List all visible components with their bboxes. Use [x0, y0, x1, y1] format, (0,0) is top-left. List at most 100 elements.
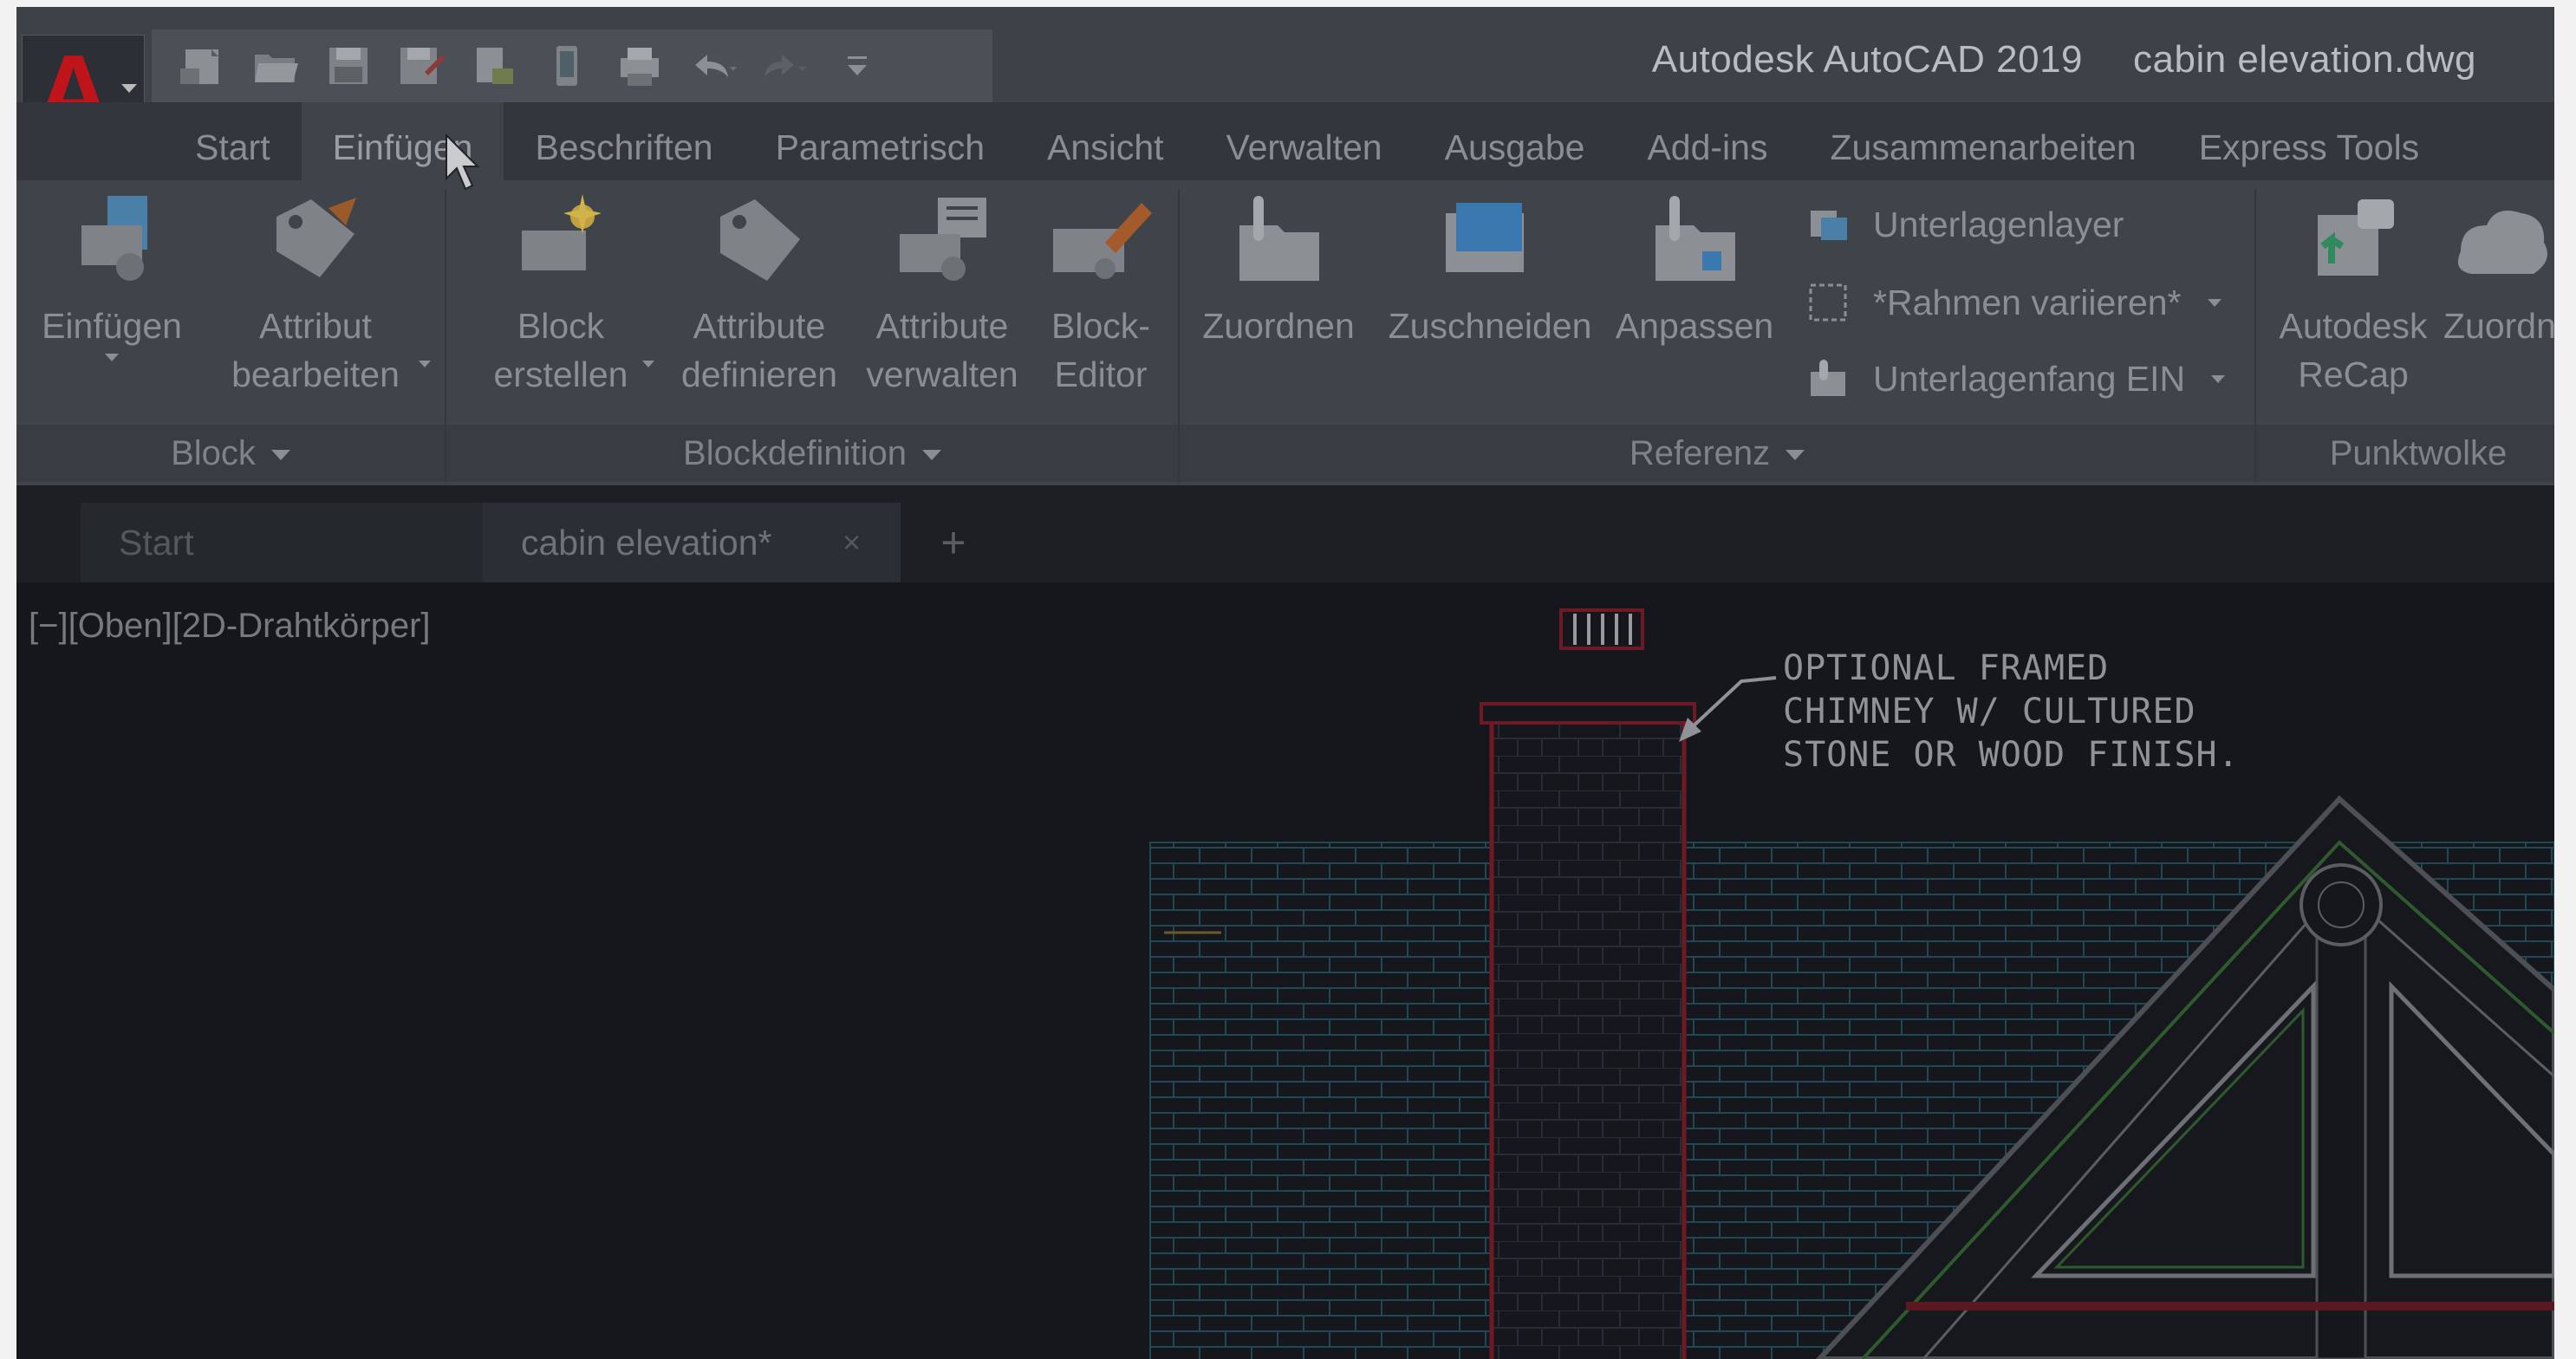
annotation-line-3: STONE OR WOOD FINISH.: [1783, 735, 2240, 775]
frames-icon: [1809, 283, 1847, 322]
vary-frames-button[interactable]: *Rahmen variieren*: [1805, 270, 2221, 335]
chimney: [1489, 710, 1687, 1359]
insert-block-button[interactable]: Einfügen: [25, 191, 198, 361]
edit-attribute-label-2: bearbeiten: [231, 354, 400, 394]
define-attributes-button[interactable]: Attribute definieren: [668, 191, 850, 399]
create-block-button[interactable]: Block erstellen: [474, 191, 647, 399]
dropdown-arrow-icon: [105, 354, 119, 361]
underlay-snap-label: Unterlagenfang EIN: [1873, 358, 2186, 399]
tab-verwalten[interactable]: Verwalten: [1195, 102, 1414, 180]
manage-attributes-label-2: verwalten: [866, 354, 1018, 394]
annotation-line-1: OPTIONAL FRAMED: [1783, 648, 2110, 688]
redo-icon[interactable]: [757, 41, 814, 91]
chevron-down-icon: [270, 450, 290, 461]
quick-access-toolbar: [152, 29, 992, 102]
pointcloud-attach-button[interactable]: Zuordn: [2443, 191, 2554, 350]
ribbon-tab-bar: Start Einfügen Beschriften Parametrisch …: [16, 102, 2554, 180]
dropdown-arrow-icon[interactable]: [419, 361, 431, 367]
blockdef-panel-title[interactable]: Blockdefinition: [446, 425, 1178, 482]
gable-vent: [2300, 863, 2383, 946]
pointcloud-panel-title-text: Punktwolke: [2329, 434, 2508, 472]
autodesk-recap-button[interactable]: Autodesk ReCap: [2268, 191, 2438, 399]
recap-label-2: ReCap: [2298, 354, 2409, 394]
pointcloud-panel-title[interactable]: Punktwolke: [2256, 425, 2554, 482]
viewport-controls[interactable]: [−][Oben][2D-Drahtkörper]: [29, 607, 431, 646]
create-block-icon: [522, 194, 602, 270]
doc-tab-cabin-label: cabin elevation*: [521, 523, 772, 562]
save-as-icon[interactable]: [393, 41, 450, 91]
tab-ausgabe[interactable]: Ausgabe: [1414, 102, 1617, 180]
save-icon[interactable]: [320, 41, 377, 91]
blockdef-panel-title-text: Blockdefinition: [683, 434, 907, 472]
clip-icon: [1446, 203, 1524, 272]
adjust-label: Anpassen: [1615, 306, 1774, 346]
file-name: cabin elevation.dwg: [2133, 38, 2476, 81]
underlay-layers-button[interactable]: Unterlagenlayer: [1805, 192, 2124, 257]
open-icon[interactable]: [247, 41, 304, 91]
define-attributes-label-2: definieren: [680, 354, 838, 394]
block-panel-title[interactable]: Block: [16, 425, 445, 482]
annotation-line-2: CHIMNEY W/ CULTURED: [1783, 692, 2196, 732]
dropdown-arrow-icon[interactable]: [642, 361, 654, 367]
window-title: Autodesk AutoCAD 2019 cabin elevation.dwg: [1652, 38, 2476, 81]
customize-qat-icon[interactable]: [829, 41, 887, 91]
tab-beschriften[interactable]: Beschriften: [504, 102, 744, 180]
attach-icon: [1239, 196, 1319, 281]
adjust-icon: [1656, 196, 1735, 281]
define-attributes-icon: [720, 199, 800, 281]
insert-block-label: Einfügen: [42, 306, 182, 346]
block-editor-label-2: Editor: [1054, 354, 1148, 394]
insert-block-icon: [81, 196, 147, 281]
block-editor-button[interactable]: Block- Editor: [1036, 191, 1166, 399]
attach-button[interactable]: Zuordnen: [1192, 191, 1365, 350]
open-from-web-icon[interactable]: [465, 41, 523, 91]
close-icon[interactable]: ×: [842, 503, 861, 582]
recap-label-1: Autodesk: [2279, 306, 2428, 346]
tab-parametrisch[interactable]: Parametrisch: [745, 102, 1017, 180]
underlay-layers-icon: [1811, 211, 1847, 240]
tab-ansicht[interactable]: Ansicht: [1016, 102, 1194, 180]
chevron-down-icon: [1786, 450, 1805, 461]
chevron-down-icon: [121, 84, 137, 93]
pointcloud-icon: [2457, 211, 2547, 274]
dropdown-arrow-icon: [2207, 298, 2221, 307]
plot-icon[interactable]: [611, 41, 668, 91]
doc-tab-cabin-elevation[interactable]: cabin elevation* ×: [483, 503, 901, 582]
manage-attributes-label-1: Attribute: [875, 306, 1009, 346]
mouse-pointer-icon: [446, 133, 480, 191]
block-panel-title-text: Block: [171, 434, 256, 472]
title-bar: A Autodesk AutoCAD 2019 cabin elevation.…: [16, 7, 2554, 158]
manage-attributes-button[interactable]: Attribute verwalten: [855, 191, 1029, 399]
autocad-window: A Autodesk AutoCAD 2019 cabin elevation.…: [16, 7, 2554, 1359]
chevron-down-icon: [921, 450, 941, 461]
tab-express-tools[interactable]: Express Tools: [2168, 102, 2450, 180]
doc-tab-start[interactable]: Start: [81, 503, 488, 582]
app-name: Autodesk AutoCAD 2019: [1651, 38, 2084, 81]
clip-button[interactable]: Zuschneiden: [1377, 191, 1603, 350]
vary-frames-label: *Rahmen variieren*: [1873, 282, 2182, 322]
drawing-area[interactable]: [−][Oben][2D-Drahtkörper] OPTIONAL FRAME…: [16, 582, 2554, 1359]
adjust-button[interactable]: Anpassen: [1608, 191, 1781, 350]
pointcloud-attach-label: Zuordn: [2443, 306, 2554, 346]
reference-panel-title[interactable]: Referenz: [1180, 425, 2254, 482]
tab-start[interactable]: Start: [164, 102, 302, 180]
define-attributes-label-1: Attribute: [693, 306, 826, 346]
tab-add-ins[interactable]: Add-ins: [1616, 102, 1799, 180]
recap-icon: [2318, 199, 2394, 276]
edit-attribute-label-1: Attribut: [259, 306, 372, 346]
edit-attribute-button[interactable]: Attribut bearbeiten: [207, 191, 424, 399]
new-icon[interactable]: [174, 41, 231, 91]
create-block-label-2: erstellen: [493, 354, 628, 394]
tab-zusammenarbeiten[interactable]: Zusammenarbeiten: [1799, 102, 2167, 180]
new-tab-button[interactable]: +: [923, 503, 984, 582]
dropdown-arrow-icon: [2211, 374, 2226, 383]
underlay-snap-button[interactable]: Unterlagenfang EIN: [1805, 347, 2226, 411]
doc-tab-start-label: Start: [119, 523, 194, 562]
save-to-mobile-icon[interactable]: [538, 41, 595, 91]
create-block-label-1: Block: [517, 306, 605, 346]
leader-line: [1688, 676, 1777, 732]
underlay-snap-icon: [1811, 360, 1845, 396]
document-tab-bar: Start cabin elevation* × +: [16, 485, 2554, 582]
block-editor-icon: [1053, 203, 1152, 279]
undo-icon[interactable]: [684, 41, 741, 91]
